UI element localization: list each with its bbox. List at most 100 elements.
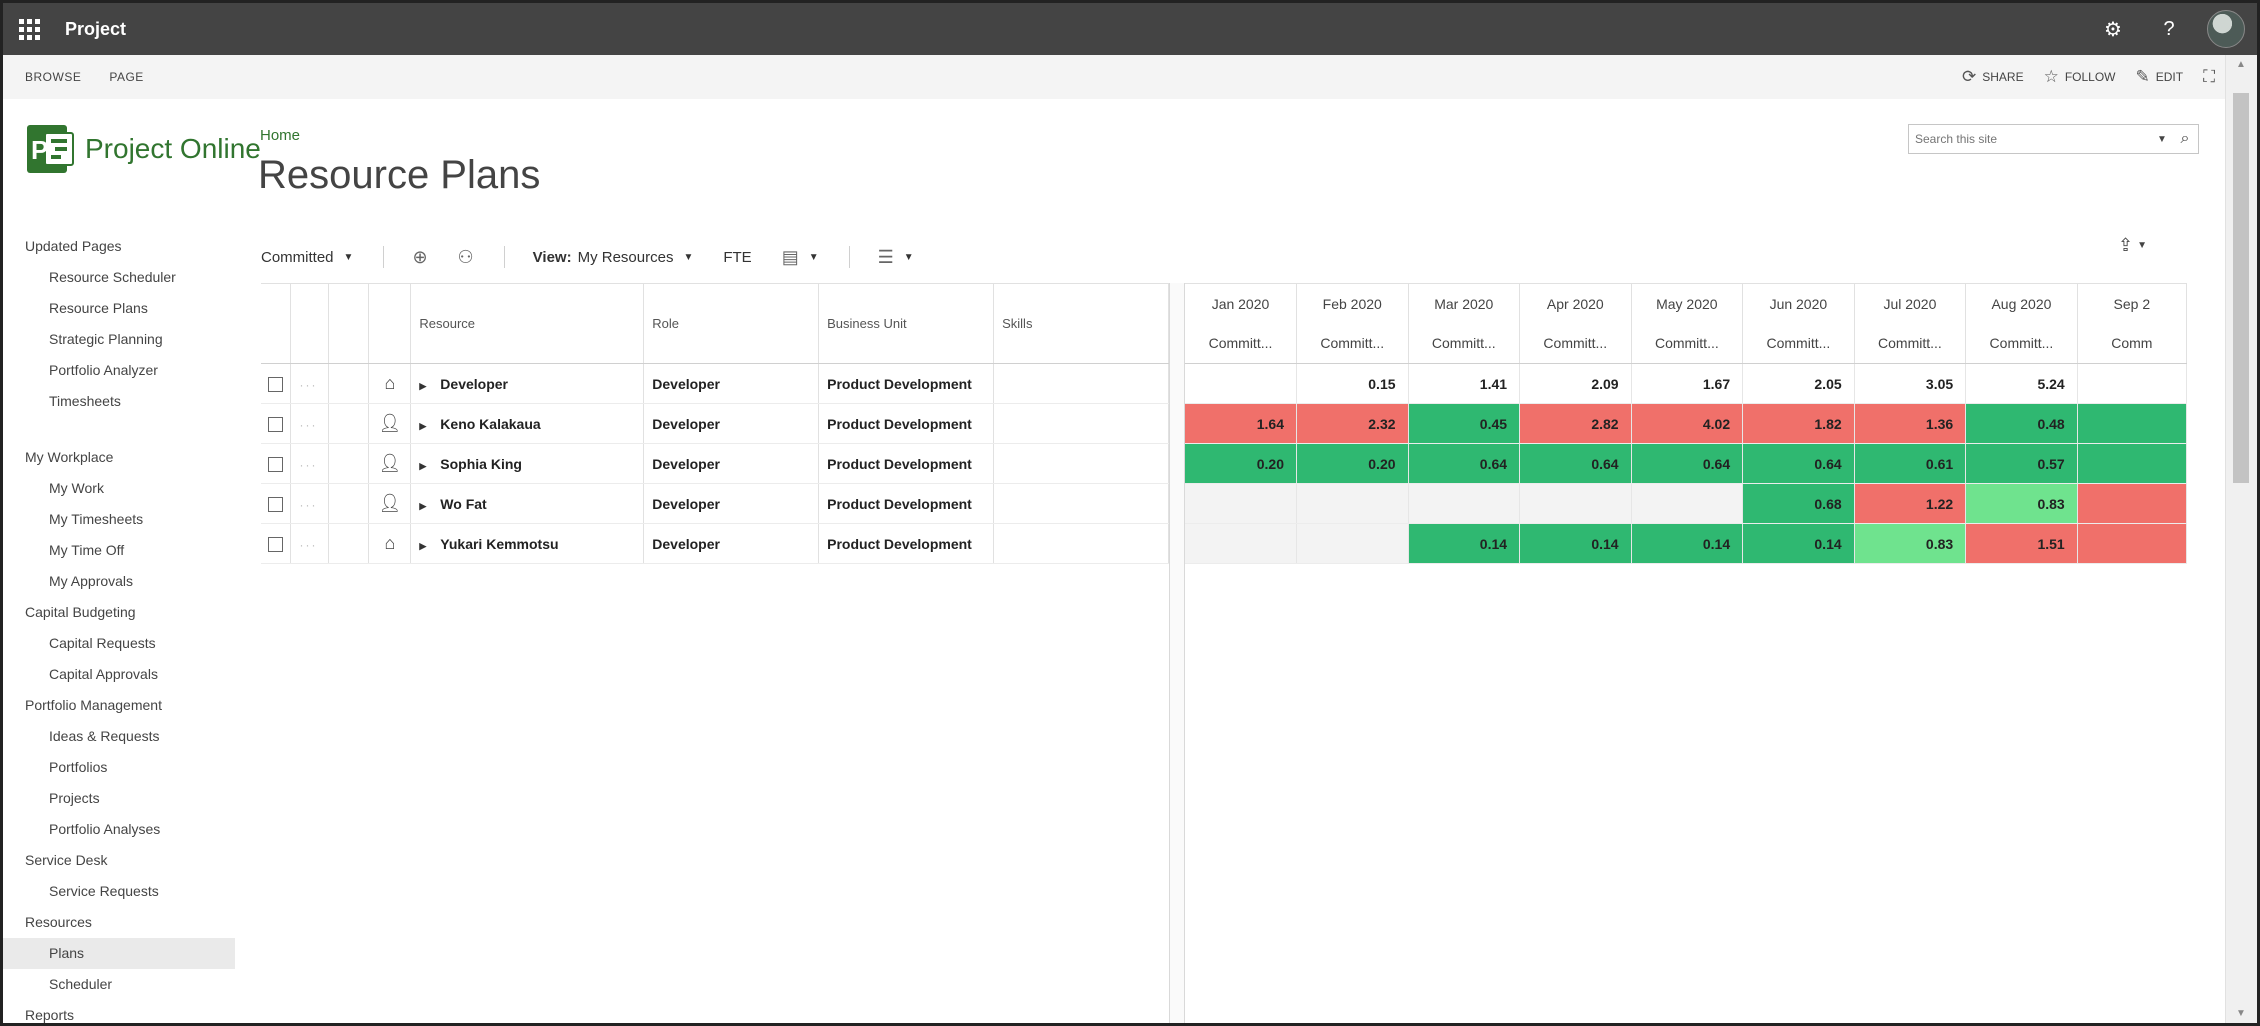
nav-item-resource-scheduler[interactable]: Resource Scheduler [3, 262, 235, 293]
view-dropdown[interactable]: View: My Resources ▼ [533, 249, 694, 266]
capacity-cell[interactable]: 3.05 [1854, 363, 1967, 404]
expand-caret-icon[interactable]: ▶ [419, 501, 426, 511]
business-unit-cell[interactable]: Product Development [818, 523, 995, 564]
suite-title[interactable]: Project [65, 19, 126, 40]
search-scope-dropdown-icon[interactable]: ▼ [2152, 134, 2172, 145]
capacity-cell[interactable]: 1.82 [1742, 403, 1855, 444]
capacity-cell[interactable] [2077, 363, 2187, 404]
resource-cell[interactable]: ▶ Developer [410, 363, 645, 404]
site-logo[interactable]: P Project Online [21, 121, 261, 177]
capacity-cell[interactable]: 1.67 [1631, 363, 1744, 404]
expand-caret-icon[interactable]: ▶ [419, 381, 426, 391]
capacity-cell[interactable]: 0.57 [1965, 443, 2078, 484]
capacity-cell[interactable] [1296, 523, 1409, 564]
table-row[interactable]: ··· 👤︎ ▶ Keno Kalakaua Developer Product Deve… [261, 403, 1169, 444]
table-row[interactable]: ··· ⌂ ▶ Developer Developer Product Developme… [261, 363, 1169, 404]
follow-button[interactable]: ☆ FOLLOW [2044, 67, 2116, 87]
capacity-cell[interactable] [2077, 483, 2187, 524]
fte-toggle[interactable]: FTE [723, 249, 751, 266]
column-header-business-unit[interactable]: Business Unit [818, 283, 995, 364]
grid-splitter[interactable] [1169, 283, 1185, 1023]
table-row[interactable]: ··· ⌂ ▶ Yukari Kemmotsu Developer Product Dev… [261, 523, 1169, 564]
add-resource-icon[interactable]: ⊕ [412, 247, 427, 268]
capacity-cell[interactable]: 0.14 [1631, 523, 1744, 564]
nav-heading-my-workplace[interactable]: My Workplace [3, 442, 235, 473]
nav-item-my-timesheets[interactable]: My Timesheets [3, 504, 235, 535]
nav-item-my-work[interactable]: My Work [3, 473, 235, 504]
nav-item-timesheets[interactable]: Timesheets [3, 386, 235, 417]
role-cell[interactable]: Developer [643, 363, 820, 404]
scroll-down-icon[interactable]: ▼ [2236, 1008, 2246, 1019]
committed-dropdown[interactable]: Committed ▼ [261, 249, 353, 266]
skills-cell[interactable] [993, 443, 1169, 484]
row-checkbox[interactable] [268, 536, 284, 552]
resource-cell[interactable]: ▶ Wo Fat [410, 483, 645, 524]
share-button[interactable]: ⟳ SHARE [1962, 67, 2024, 87]
more-dots-icon[interactable]: ··· [299, 498, 317, 512]
capacity-cell[interactable]: 2.05 [1742, 363, 1855, 404]
more-dots-icon[interactable]: ··· [299, 378, 317, 392]
nav-item-service-requests[interactable]: Service Requests [3, 876, 235, 907]
role-cell[interactable]: Developer [643, 403, 820, 444]
capacity-cell[interactable]: 0.83 [1965, 483, 2078, 524]
capacity-cell[interactable]: 0.64 [1631, 443, 1744, 484]
skills-cell[interactable] [993, 523, 1169, 564]
nav-item-resource-plans[interactable]: Resource Plans [3, 293, 235, 324]
more-dots-icon[interactable]: ··· [299, 538, 317, 552]
nav-item-projects[interactable]: Projects [3, 783, 235, 814]
nav-item-strategic-planning[interactable]: Strategic Planning [3, 324, 235, 355]
page-scrollbar[interactable]: ▲ ▼ [2225, 55, 2257, 1023]
capacity-cell[interactable]: 0.14 [1519, 523, 1632, 564]
capacity-cell[interactable]: 4.02 [1631, 403, 1744, 444]
capacity-cell[interactable]: 0.48 [1965, 403, 2078, 444]
row-checkbox[interactable] [268, 376, 284, 392]
nav-item-ideas-requests[interactable]: Ideas & Requests [3, 721, 235, 752]
role-cell[interactable]: Developer [643, 483, 820, 524]
capacity-cell[interactable] [2077, 403, 2187, 444]
nav-item-portfolio-analyses[interactable]: Portfolio Analyses [3, 814, 235, 845]
skills-cell[interactable] [993, 483, 1169, 524]
scrollbar-thumb[interactable] [2233, 93, 2249, 483]
capacity-cell[interactable] [1185, 523, 1297, 564]
nav-item-my-time-off[interactable]: My Time Off [3, 535, 235, 566]
expand-caret-icon[interactable]: ▶ [419, 461, 426, 471]
table-row[interactable]: ··· 👤︎ ▶ Wo Fat Developer Product Development [261, 483, 1169, 524]
business-unit-cell[interactable]: Product Development [818, 443, 995, 484]
capacity-cell[interactable] [2077, 523, 2187, 564]
business-unit-cell[interactable]: Product Development [818, 403, 995, 444]
capacity-cell[interactable]: 0.15 [1296, 363, 1409, 404]
capacity-cell[interactable] [1631, 483, 1744, 524]
nav-item-portfolio-analyzer[interactable]: Portfolio Analyzer [3, 355, 235, 386]
role-cell[interactable]: Developer [643, 523, 820, 564]
nav-heading-capital-budgeting[interactable]: Capital Budgeting [3, 597, 235, 628]
capacity-cell[interactable]: 0.14 [1742, 523, 1855, 564]
export-button[interactable]: ⇪ ▼ [2118, 235, 2147, 256]
nav-item-capital-requests[interactable]: Capital Requests [3, 628, 235, 659]
capacity-cell[interactable] [1519, 483, 1632, 524]
capacity-cell[interactable]: 0.45 [1408, 403, 1521, 444]
capacity-cell[interactable] [1296, 483, 1409, 524]
focus-content-button[interactable]: ⛶ [2203, 67, 2215, 87]
breadcrumb[interactable]: Home [260, 127, 300, 144]
search-input[interactable] [1909, 126, 2152, 152]
nav-heading-updated-pages[interactable]: Updated Pages [3, 231, 235, 262]
search-icon[interactable]: ⌕ [2172, 130, 2198, 148]
business-unit-cell[interactable]: Product Development [818, 363, 995, 404]
capacity-cell[interactable]: 0.14 [1408, 523, 1521, 564]
capacity-cell[interactable]: 2.32 [1296, 403, 1409, 444]
nav-heading-reports[interactable]: Reports [3, 1000, 235, 1023]
capacity-cell[interactable]: 0.20 [1296, 443, 1409, 484]
resource-cell[interactable]: ▶ Sophia King [410, 443, 645, 484]
nav-heading-portfolio-management[interactable]: Portfolio Management [3, 690, 235, 721]
nav-item-portfolios[interactable]: Portfolios [3, 752, 235, 783]
capacity-cell[interactable]: 1.36 [1854, 403, 1967, 444]
row-checkbox[interactable] [268, 456, 284, 472]
expand-caret-icon[interactable]: ▶ [419, 421, 426, 431]
more-dots-icon[interactable]: ··· [299, 458, 317, 472]
skills-cell[interactable] [993, 403, 1169, 444]
capacity-cell[interactable]: 0.64 [1742, 443, 1855, 484]
capacity-cell[interactable]: 0.64 [1519, 443, 1632, 484]
capacity-cell[interactable] [1408, 483, 1521, 524]
table-row[interactable]: ··· 👤︎ ▶ Sophia King Developer Product Develo… [261, 443, 1169, 484]
more-dots-icon[interactable]: ··· [299, 418, 317, 432]
